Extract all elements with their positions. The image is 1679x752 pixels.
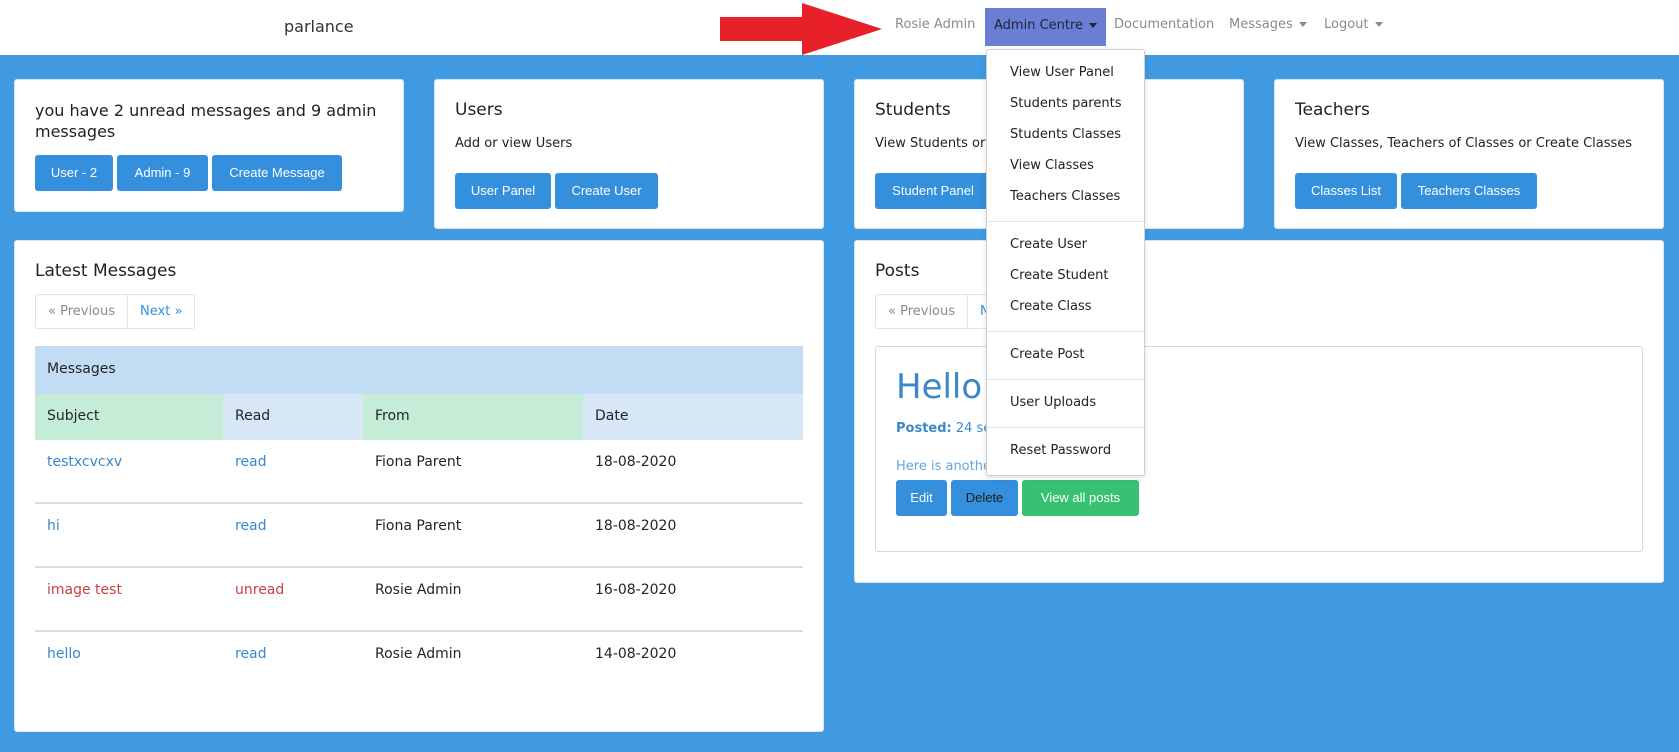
navbar: parlance Rosie Admin Admin Centre Docume… bbox=[0, 0, 1679, 55]
read-status-link[interactable]: unread bbox=[223, 568, 363, 630]
table-row: testxcvcxv read Fiona Parent 18-08-2020 bbox=[35, 440, 803, 504]
dropdown-item-students-classes[interactable]: Students Classes bbox=[1010, 127, 1121, 142]
dropdown-item-teachers-classes[interactable]: Teachers Classes bbox=[1010, 189, 1120, 204]
dropdown-item-view-classes[interactable]: View Classes bbox=[1010, 158, 1094, 173]
read-status-link[interactable]: read bbox=[223, 632, 363, 696]
messages-table-caption: Messages bbox=[35, 346, 803, 394]
classes-list-button[interactable]: Classes List bbox=[1295, 173, 1397, 209]
create-message-button[interactable]: Create Message bbox=[212, 155, 342, 191]
create-user-button[interactable]: Create User bbox=[555, 173, 658, 209]
users-title: Users bbox=[455, 100, 503, 120]
dropdown-item-user-uploads[interactable]: User Uploads bbox=[1010, 395, 1096, 410]
message-from: Fiona Parent bbox=[375, 454, 462, 470]
table-row: hello read Rosie Admin 14-08-2020 bbox=[35, 632, 803, 696]
message-subject-link[interactable]: hello bbox=[35, 632, 223, 696]
delete-post-button[interactable]: Delete bbox=[951, 480, 1018, 516]
message-date: 14-08-2020 bbox=[595, 646, 677, 662]
latest-messages-title: Latest Messages bbox=[35, 261, 177, 281]
posted-label: Posted: bbox=[896, 421, 952, 436]
dropdown-item-create-class[interactable]: Create Class bbox=[1010, 299, 1092, 314]
message-date: 18-08-2020 bbox=[595, 518, 677, 534]
dropdown-divider bbox=[987, 221, 1144, 222]
brand-logo[interactable]: parlance bbox=[284, 17, 354, 36]
nav-user[interactable]: Rosie Admin bbox=[895, 17, 975, 32]
message-from: Rosie Admin bbox=[375, 646, 462, 662]
nav-messages-label: Messages bbox=[1229, 17, 1293, 32]
dropdown-divider bbox=[987, 379, 1144, 380]
message-from: Fiona Parent bbox=[375, 518, 462, 534]
dropdown-item-create-student[interactable]: Create Student bbox=[1010, 268, 1109, 283]
dropdown-item-view-user-panel[interactable]: View User Panel bbox=[1010, 65, 1114, 80]
message-subject-link[interactable]: testxcvcxv bbox=[35, 440, 223, 502]
header-date: Date bbox=[583, 394, 803, 440]
red-arrow-annotation bbox=[720, 3, 882, 55]
messages-table-header: Subject Read From Date bbox=[35, 394, 803, 440]
students-description: View Students or bbox=[875, 136, 986, 151]
message-from: Rosie Admin bbox=[375, 582, 462, 598]
nav-logout[interactable]: Logout bbox=[1324, 17, 1383, 32]
messages-table: Messages Subject Read From Date testxcvc… bbox=[35, 346, 803, 696]
nav-documentation[interactable]: Documentation bbox=[1114, 17, 1214, 32]
dropdown-item-create-user[interactable]: Create User bbox=[1010, 237, 1087, 252]
message-date: 18-08-2020 bbox=[595, 454, 677, 470]
message-subject-link[interactable]: hi bbox=[35, 504, 223, 566]
dropdown-divider bbox=[987, 331, 1144, 332]
nav-messages[interactable]: Messages bbox=[1229, 17, 1307, 32]
teachers-card: Teachers View Classes, Teachers of Class… bbox=[1274, 79, 1664, 229]
header-read: Read bbox=[223, 394, 363, 440]
header-subject: Subject bbox=[35, 394, 223, 440]
nav-admin-centre[interactable]: Admin Centre bbox=[985, 8, 1106, 46]
caret-down-icon bbox=[1374, 22, 1383, 27]
teachers-title: Teachers bbox=[1295, 100, 1370, 120]
post-meta: Posted: 24 sec bbox=[896, 421, 998, 436]
nav-logout-label: Logout bbox=[1324, 17, 1369, 32]
unread-messages-card: you have 2 unread messages and 9 admin m… bbox=[14, 79, 404, 212]
user-messages-button[interactable]: User - 2 bbox=[35, 155, 113, 191]
student-panel-button[interactable]: Student Panel bbox=[875, 173, 991, 209]
dropdown-divider bbox=[987, 427, 1144, 428]
admin-messages-button[interactable]: Admin - 9 bbox=[117, 155, 208, 191]
edit-post-button[interactable]: Edit bbox=[896, 480, 947, 516]
unread-summary: you have 2 unread messages and 9 admin m… bbox=[35, 101, 377, 141]
posts-title: Posts bbox=[875, 261, 920, 281]
message-date: 16-08-2020 bbox=[595, 582, 677, 598]
dropdown-item-create-post[interactable]: Create Post bbox=[1010, 347, 1085, 362]
table-row: hi read Fiona Parent 18-08-2020 bbox=[35, 504, 803, 568]
caret-down-icon bbox=[1298, 22, 1307, 27]
previous-page-link[interactable]: « Previous bbox=[876, 295, 969, 328]
users-description: Add or view Users bbox=[455, 136, 573, 151]
messages-pagination: « Previous Next » bbox=[35, 294, 196, 329]
next-page-link[interactable]: Next » bbox=[128, 295, 194, 328]
admin-centre-dropdown: View User Panel Students parents Student… bbox=[986, 49, 1145, 476]
read-status-link[interactable]: read bbox=[223, 504, 363, 566]
students-title: Students bbox=[875, 100, 951, 120]
previous-page-link[interactable]: « Previous bbox=[36, 295, 129, 328]
header-from: From bbox=[363, 394, 583, 440]
read-status-link[interactable]: read bbox=[223, 440, 363, 502]
post-excerpt: Here is anothe bbox=[896, 459, 991, 474]
dropdown-item-reset-password[interactable]: Reset Password bbox=[1010, 443, 1111, 458]
users-card: Users Add or view Users User Panel Creat… bbox=[434, 79, 824, 229]
user-panel-button[interactable]: User Panel bbox=[455, 173, 551, 209]
table-row: image test unread Rosie Admin 16-08-2020 bbox=[35, 568, 803, 632]
view-all-posts-button[interactable]: View all posts bbox=[1022, 480, 1139, 516]
dropdown-item-students-parents[interactable]: Students parents bbox=[1010, 96, 1121, 111]
post-title-link[interactable]: Hello bbox=[896, 367, 982, 407]
teachers-classes-button[interactable]: Teachers Classes bbox=[1401, 173, 1537, 209]
posts-pagination: « Previous N bbox=[875, 294, 1003, 329]
teachers-description: View Classes, Teachers of Classes or Cre… bbox=[1295, 136, 1633, 151]
message-subject-link[interactable]: image test bbox=[35, 568, 223, 630]
caret-down-icon bbox=[1089, 23, 1098, 28]
nav-admin-centre-label: Admin Centre bbox=[994, 18, 1084, 33]
